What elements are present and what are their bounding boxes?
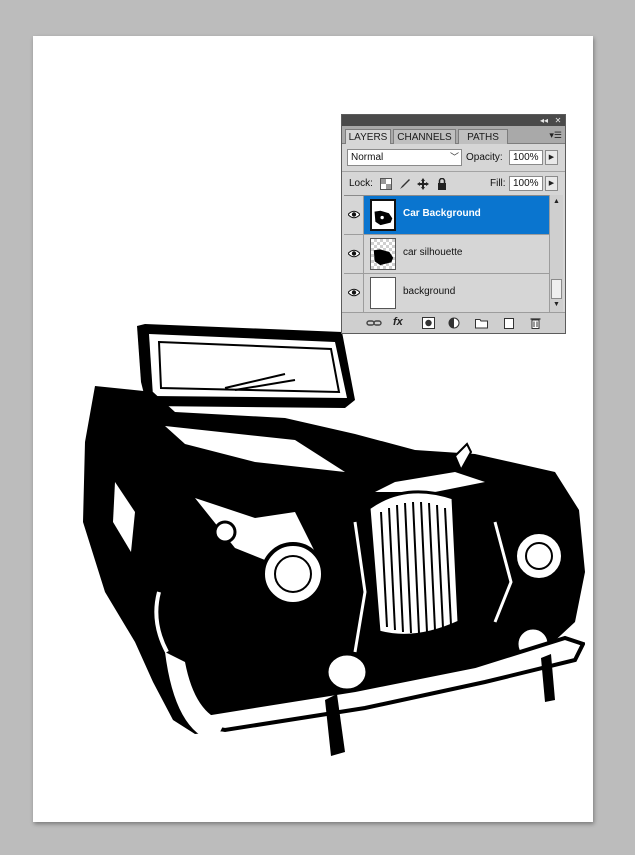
tab-paths[interactable]: PATHS bbox=[458, 129, 508, 144]
layer-name: background bbox=[403, 286, 456, 297]
layers-panel: ◂◂ ✕ LAYERS CHANNELS PATHS ▾☰ Normal ﹀ O… bbox=[341, 114, 566, 334]
new-group-icon[interactable] bbox=[475, 317, 488, 329]
close-panel-icon[interactable]: ✕ bbox=[552, 115, 564, 126]
scroll-thumb[interactable] bbox=[551, 279, 562, 299]
layer-thumbnail bbox=[370, 199, 396, 231]
lock-position-icon[interactable] bbox=[417, 178, 429, 190]
layer-name: car silhouette bbox=[403, 247, 463, 258]
tab-channels[interactable]: CHANNELS bbox=[393, 129, 456, 144]
opacity-label: Opacity: bbox=[466, 152, 503, 163]
layer-mask-icon[interactable] bbox=[422, 317, 435, 329]
new-layer-icon[interactable] bbox=[502, 317, 515, 329]
lock-transparent-pixels-icon[interactable] bbox=[380, 178, 392, 190]
panel-titlebar[interactable]: ◂◂ ✕ bbox=[342, 115, 565, 126]
lock-image-pixels-icon[interactable] bbox=[399, 178, 411, 190]
blend-mode-select[interactable]: Normal ﹀ bbox=[347, 149, 462, 166]
fill-label: Fill: bbox=[490, 178, 506, 189]
tab-layers[interactable]: LAYERS bbox=[345, 129, 391, 144]
layers-list: Car Background car silhouette background bbox=[344, 195, 549, 313]
opacity-field[interactable]: 100% bbox=[509, 150, 543, 165]
eye-icon[interactable] bbox=[348, 249, 360, 258]
layer-row-car-silhouette[interactable]: car silhouette bbox=[344, 235, 549, 274]
visibility-cell bbox=[344, 235, 364, 273]
fx-icon[interactable]: fx bbox=[393, 316, 403, 328]
panel-footer: fx bbox=[342, 312, 565, 333]
layer-thumbnail bbox=[370, 277, 396, 309]
scroll-down-icon[interactable]: ▼ bbox=[551, 299, 562, 311]
scroll-up-icon[interactable]: ▲ bbox=[551, 196, 562, 208]
layer-row-car-background[interactable]: Car Background bbox=[344, 196, 549, 235]
visibility-cell bbox=[344, 196, 364, 234]
blend-mode-value: Normal bbox=[351, 152, 384, 163]
trash-icon[interactable] bbox=[529, 317, 542, 329]
layer-thumbnail bbox=[370, 238, 396, 270]
adjustment-layer-icon[interactable] bbox=[448, 317, 461, 329]
opacity-slider-button[interactable]: ▶ bbox=[545, 150, 558, 165]
lock-all-icon[interactable] bbox=[436, 178, 448, 190]
layer-row-background[interactable]: background bbox=[344, 274, 549, 313]
chevron-down-icon: ﹀ bbox=[449, 152, 459, 162]
lock-label: Lock: bbox=[349, 178, 373, 189]
fill-field[interactable]: 100% bbox=[509, 176, 543, 191]
collapse-panel-icon[interactable]: ◂◂ bbox=[538, 115, 550, 126]
link-layers-icon[interactable] bbox=[366, 317, 382, 329]
divider bbox=[342, 171, 565, 172]
fill-slider-button[interactable]: ▶ bbox=[545, 176, 558, 191]
vintage-car-artwork bbox=[83, 324, 585, 756]
layers-scrollbar[interactable]: ▲ ▼ bbox=[549, 195, 563, 312]
panel-menu-icon[interactable]: ▾☰ bbox=[549, 130, 562, 141]
layer-name: Car Background bbox=[403, 208, 481, 219]
eye-icon[interactable] bbox=[348, 288, 360, 297]
visibility-cell bbox=[344, 274, 364, 312]
panel-tabs: LAYERS CHANNELS PATHS ▾☰ bbox=[342, 126, 565, 144]
eye-icon[interactable] bbox=[348, 210, 360, 219]
